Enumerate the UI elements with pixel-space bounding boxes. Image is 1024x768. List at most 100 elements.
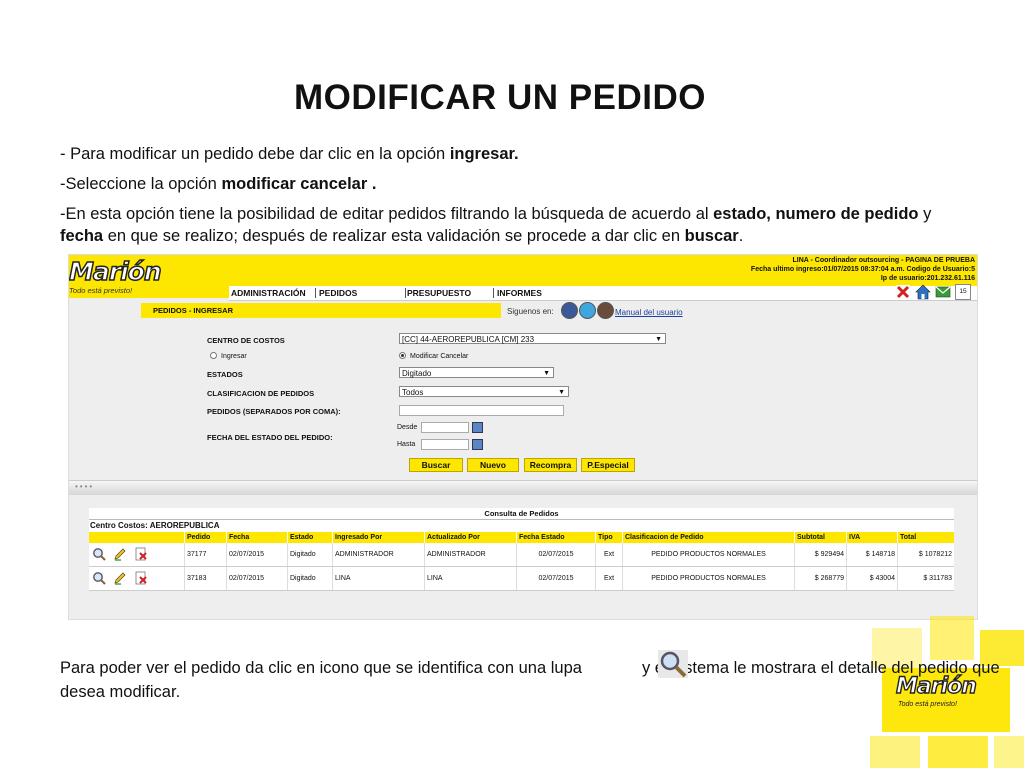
cell-subtotal: $ 929494 xyxy=(794,543,846,566)
cell-fecha-estado: 02/07/2015 xyxy=(516,543,595,566)
header-total[interactable]: Total xyxy=(897,532,954,543)
radio-ingresar-label: Ingresar xyxy=(221,353,247,360)
estados-select[interactable]: Digitado ▼ xyxy=(399,367,554,378)
slide-title: MODIFICAR UN PEDIDO xyxy=(294,78,706,117)
cell-estado: Digitado xyxy=(287,543,332,566)
instruction-2-bold: modificar cancelar . xyxy=(221,175,377,193)
pedidos-input[interactable] xyxy=(399,405,564,416)
instruction-1-bold: ingresar. xyxy=(449,145,519,163)
mail-icon[interactable] xyxy=(935,284,951,300)
follow-label: Siguenos en: xyxy=(507,307,554,316)
buscar-button[interactable]: Buscar xyxy=(409,458,463,472)
main-nav: ADMINISTRACIÓN PEDIDOS PRESUPUESTO INFOR… xyxy=(229,286,977,301)
instruction-2: -Seleccione la opción modificar cancelar… xyxy=(60,173,960,195)
close-icon[interactable] xyxy=(895,284,911,300)
user-info-line-3: Ip de usuario:201.232.61.116 xyxy=(880,275,975,282)
cell-fecha-estado: 02/07/2015 xyxy=(516,567,595,590)
nav-separator xyxy=(493,288,494,298)
instruction-3-text-e: en que se realizo; después de realizar e… xyxy=(103,227,685,245)
header-fecha-estado[interactable]: Fecha Estado xyxy=(516,532,595,543)
cell-total: $ 1078212 xyxy=(897,543,954,566)
header-estado[interactable]: Estado xyxy=(287,532,332,543)
magnifier-icon[interactable] xyxy=(92,571,106,585)
table-title: Consulta de Pedidos xyxy=(89,508,954,520)
magnifier-icon[interactable] xyxy=(92,547,106,561)
decor-square xyxy=(870,736,920,768)
instruction-2-text: -Seleccione la opción xyxy=(60,175,222,193)
cell-pedido: 37177 xyxy=(184,543,226,566)
home-icon[interactable] xyxy=(915,284,931,300)
nav-informes[interactable]: INFORMES xyxy=(497,288,542,298)
centro-costos-select[interactable]: [CC] 44-AEROREPUBLICA [CM] 233 ▼ xyxy=(399,333,666,344)
especial-button[interactable]: P.Especial xyxy=(581,458,635,472)
radio-ingresar[interactable] xyxy=(210,352,217,359)
cell-ingresado-por: ADMINISTRADOR xyxy=(332,543,424,566)
header-fecha[interactable]: Fecha xyxy=(226,532,287,543)
header-ingresado-por[interactable]: Ingresado Por xyxy=(332,532,424,543)
header-tipo[interactable]: Tipo xyxy=(595,532,622,543)
header-clasificacion[interactable]: Clasificacion de Pedido xyxy=(622,532,794,543)
results-table: Consulta de Pedidos Centro Costos: AEROR… xyxy=(89,508,954,591)
facebook-icon[interactable] xyxy=(561,302,578,319)
instagram-icon[interactable] xyxy=(597,302,614,319)
manual-link[interactable]: Manual del usuario xyxy=(615,308,683,317)
radio-modificar-cancelar[interactable] xyxy=(399,352,406,359)
delete-icon[interactable] xyxy=(134,547,148,561)
cell-tipo: Ext xyxy=(595,543,622,566)
nav-administracion[interactable]: ADMINISTRACIÓN xyxy=(231,288,306,298)
pedidos-label: PEDIDOS (SEPARADOS POR COMA): xyxy=(207,407,341,416)
user-info: LINA - Coordinador outsourcing - PAGINA … xyxy=(751,256,975,283)
clasificacion-value: Todos xyxy=(402,388,424,397)
calendar-icon[interactable] xyxy=(472,422,483,433)
cell-pedido: 37183 xyxy=(184,567,226,590)
header-subtotal[interactable]: Subtotal xyxy=(794,532,846,543)
delete-icon[interactable] xyxy=(134,571,148,585)
desde-input[interactable] xyxy=(421,422,469,433)
section-divider: •••• xyxy=(69,480,977,495)
app-logo[interactable]: Marión Todo está previsto! xyxy=(69,255,199,298)
nav-pedidos[interactable]: PEDIDOS xyxy=(319,288,357,298)
fecha-estado-label: FECHA DEL ESTADO DEL PEDIDO: xyxy=(207,433,333,442)
calendar-icon[interactable] xyxy=(472,439,483,450)
table-centro-costos: Centro Costos: AEROREPUBLICA xyxy=(89,520,954,532)
centro-costos-label: CENTRO DE COSTOS xyxy=(207,336,285,345)
table-row: 37177 02/07/2015 Digitado ADMINISTRADOR … xyxy=(89,543,954,567)
instruction-3-text-a: -En esta opción tiene la posibilidad de … xyxy=(60,205,714,223)
divider-dots: •••• xyxy=(75,482,95,491)
cell-fecha: 02/07/2015 xyxy=(226,543,287,566)
table-header: Pedido Fecha Estado Ingresado Por Actual… xyxy=(89,532,954,543)
instruction-1-text: - Para modificar un pedido debe dar clic… xyxy=(60,145,450,163)
instruction-3: -En esta opción tiene la posibilidad de … xyxy=(60,203,960,247)
calendar-icon[interactable]: 15 xyxy=(955,284,971,300)
instruction-3-text-c: y xyxy=(918,205,932,223)
cell-tipo: Ext xyxy=(595,567,622,590)
decor-square xyxy=(928,736,988,768)
clasificacion-select[interactable]: Todos ▼ xyxy=(399,386,569,397)
tab-label: PEDIDOS - INGRESAR xyxy=(153,306,234,315)
footer-instruction: Para poder ver el pedido da clic en icon… xyxy=(60,656,1000,704)
chevron-down-icon: ▼ xyxy=(543,370,550,377)
pencil-icon[interactable] xyxy=(113,571,127,585)
header-iva[interactable]: IVA xyxy=(846,532,897,543)
logo-text: Marión xyxy=(69,256,162,287)
user-info-line-1: LINA - Coordinador outsourcing - PAGINA … xyxy=(792,257,975,264)
pencil-icon[interactable] xyxy=(113,547,127,561)
recompra-button[interactable]: Recompra xyxy=(524,458,577,472)
cell-subtotal: $ 268779 xyxy=(794,567,846,590)
nuevo-button[interactable]: Nuevo xyxy=(467,458,519,472)
chevron-down-icon: ▼ xyxy=(558,389,565,396)
hasta-input[interactable] xyxy=(421,439,469,450)
decor-square xyxy=(930,616,974,660)
tab-pedidos-ingresar[interactable]: PEDIDOS - INGRESAR xyxy=(141,303,501,318)
cell-iva: $ 148718 xyxy=(846,543,897,566)
header-pedido[interactable]: Pedido xyxy=(184,532,226,543)
estados-label: ESTADOS xyxy=(207,370,243,379)
cell-total: $ 311783 xyxy=(897,567,954,590)
chevron-down-icon: ▼ xyxy=(655,336,662,343)
twitter-icon[interactable] xyxy=(579,302,596,319)
header-actualizado-por[interactable]: Actualizado Por xyxy=(424,532,516,543)
app-screenshot: Marión Todo está previsto! LINA - Coordi… xyxy=(68,254,978,620)
hasta-label: Hasta xyxy=(397,441,416,448)
nav-presupuesto[interactable]: PRESUPUESTO xyxy=(407,288,471,298)
header-icons: 15 xyxy=(895,284,975,302)
